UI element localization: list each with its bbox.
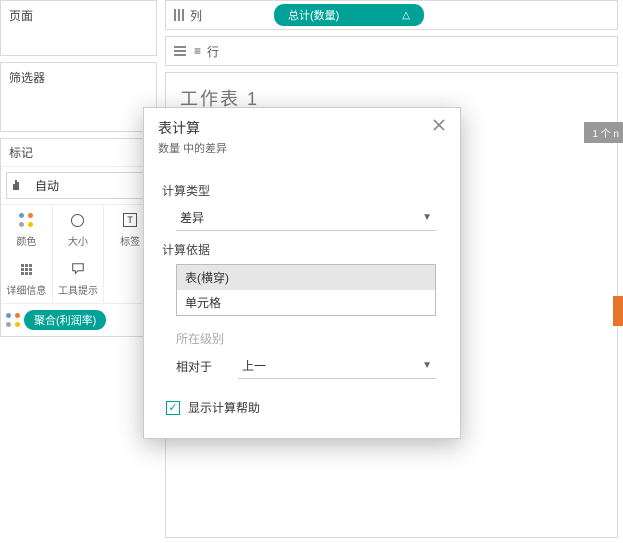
marks-type-select[interactable]: 自动 bbox=[6, 172, 151, 199]
compute-label: 计算依据 bbox=[162, 241, 442, 258]
rows-icon bbox=[174, 46, 186, 56]
bar-chart-icon bbox=[13, 179, 27, 193]
checkbox-icon: ✓ bbox=[166, 401, 180, 415]
marks-detail-label: 详细信息 bbox=[6, 282, 46, 297]
marks-tooltip-label: 工具提示 bbox=[58, 282, 98, 297]
columns-pill[interactable]: 总计(数量) △ bbox=[274, 4, 424, 26]
columns-pill-label: 总计(数量) bbox=[288, 7, 339, 23]
marks-pill-label: 聚合(利润率) bbox=[34, 312, 96, 328]
calc-type-value: 差异 bbox=[180, 209, 204, 226]
columns-label: 列 bbox=[190, 7, 202, 24]
marks-panel: 标记 自动 颜色 大小 T 标签 详细信息 bbox=[0, 138, 157, 337]
text-icon: T bbox=[123, 213, 137, 227]
calc-type-select[interactable]: 差异 ▼ bbox=[176, 205, 436, 231]
rows-label: 行 bbox=[207, 43, 219, 60]
marks-tooltip[interactable]: 工具提示 bbox=[53, 254, 105, 303]
calc-type-label: 计算类型 bbox=[162, 182, 442, 199]
list-item[interactable]: 表(横穿) bbox=[177, 265, 435, 290]
marks-title: 标记 bbox=[1, 139, 156, 167]
list-item[interactable]: 单元格 bbox=[177, 290, 435, 315]
right-orange-tab[interactable] bbox=[613, 296, 623, 326]
columns-icon bbox=[174, 9, 184, 21]
color-icon bbox=[19, 213, 33, 227]
pages-panel: 页面 bbox=[0, 0, 157, 56]
filters-title: 筛选器 bbox=[1, 63, 156, 92]
marks-color[interactable]: 颜色 bbox=[1, 205, 53, 254]
right-count-badge: 1 个 n bbox=[584, 122, 623, 143]
filters-panel: 筛选器 bbox=[0, 62, 157, 132]
pages-title: 页面 bbox=[1, 1, 156, 30]
relative-label: 相对于 bbox=[176, 358, 224, 375]
marks-type-label: 自动 bbox=[35, 177, 59, 194]
columns-shelf[interactable]: 列 总计(数量) △ bbox=[165, 0, 618, 30]
chevron-down-icon: ▼ bbox=[422, 212, 432, 223]
relative-select[interactable]: 上一 ▼ bbox=[238, 353, 436, 379]
tooltip-icon bbox=[69, 260, 87, 278]
marks-pill-row: 聚合(利润率) bbox=[1, 304, 156, 336]
marks-size[interactable]: 大小 bbox=[53, 205, 105, 254]
chevron-down-icon: ▼ bbox=[422, 360, 432, 371]
marks-pill[interactable]: 聚合(利润率) bbox=[24, 310, 106, 330]
rows-shelf[interactable]: ≡ 行 bbox=[165, 36, 618, 66]
compute-listbox[interactable]: 表(横穿) 单元格 bbox=[176, 264, 436, 316]
delta-icon: △ bbox=[402, 10, 410, 21]
table-calc-dialog: 表计算 数量 中的差异 计算类型 差异 ▼ 计算依据 表(横穿) 单元格 所在级… bbox=[143, 107, 461, 439]
color-icon bbox=[6, 313, 20, 327]
relative-value: 上一 bbox=[242, 357, 266, 374]
marks-label-label: 标签 bbox=[120, 233, 140, 248]
marks-size-label: 大小 bbox=[68, 233, 88, 248]
close-icon bbox=[432, 118, 446, 132]
show-help-checkbox[interactable]: ✓ 显示计算帮助 bbox=[166, 399, 442, 416]
dialog-title: 表计算 bbox=[158, 118, 446, 138]
level-label: 所在级别 bbox=[176, 330, 436, 347]
marks-detail[interactable]: 详细信息 bbox=[1, 254, 53, 303]
close-button[interactable] bbox=[432, 118, 450, 136]
marks-color-label: 颜色 bbox=[16, 233, 36, 248]
size-icon bbox=[71, 214, 84, 227]
detail-icon bbox=[21, 264, 32, 275]
dialog-subtitle: 数量 中的差异 bbox=[158, 140, 446, 156]
show-help-label: 显示计算帮助 bbox=[188, 399, 260, 416]
